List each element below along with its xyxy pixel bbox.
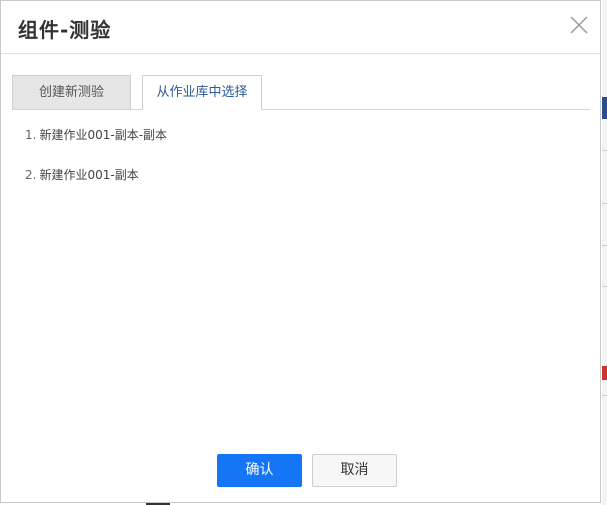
dialog-title: 组件-测验 xyxy=(18,18,112,42)
background-row-divider xyxy=(602,395,607,396)
background-row-divider xyxy=(602,286,607,287)
list-item-label: 新建作业001-副本-副本 xyxy=(39,128,168,142)
close-icon[interactable] xyxy=(569,15,589,35)
list-item-index: 2. xyxy=(25,168,37,182)
background-highlight xyxy=(602,366,607,380)
list-item[interactable]: 2. 新建作业001-副本 xyxy=(25,166,139,183)
background-row-divider xyxy=(602,203,607,204)
tab-create-new-quiz[interactable]: 创建新测验 xyxy=(12,75,131,109)
quiz-component-dialog: 组件-测验 创建新测验 从作业库中选择 1. 新建作业001-副本-副本 2. 新建… xyxy=(0,0,601,503)
background-header-cell xyxy=(602,97,607,119)
list-item-label: 新建作业001-副本 xyxy=(39,168,139,182)
background-page-strip xyxy=(602,0,607,505)
confirm-button[interactable]: 确认 xyxy=(217,454,302,487)
list-item[interactable]: 1. 新建作业001-副本-副本 xyxy=(25,126,167,143)
tab-select-from-library[interactable]: 从作业库中选择 xyxy=(142,75,262,110)
source-tabs: 创建新测验 从作业库中选择 xyxy=(12,75,590,110)
background-row-divider xyxy=(602,150,607,151)
dialog-header: 组件-测验 xyxy=(1,1,600,54)
cancel-button[interactable]: 取消 xyxy=(312,454,397,487)
list-item-index: 1. xyxy=(25,128,37,142)
background-row-divider xyxy=(602,245,607,246)
